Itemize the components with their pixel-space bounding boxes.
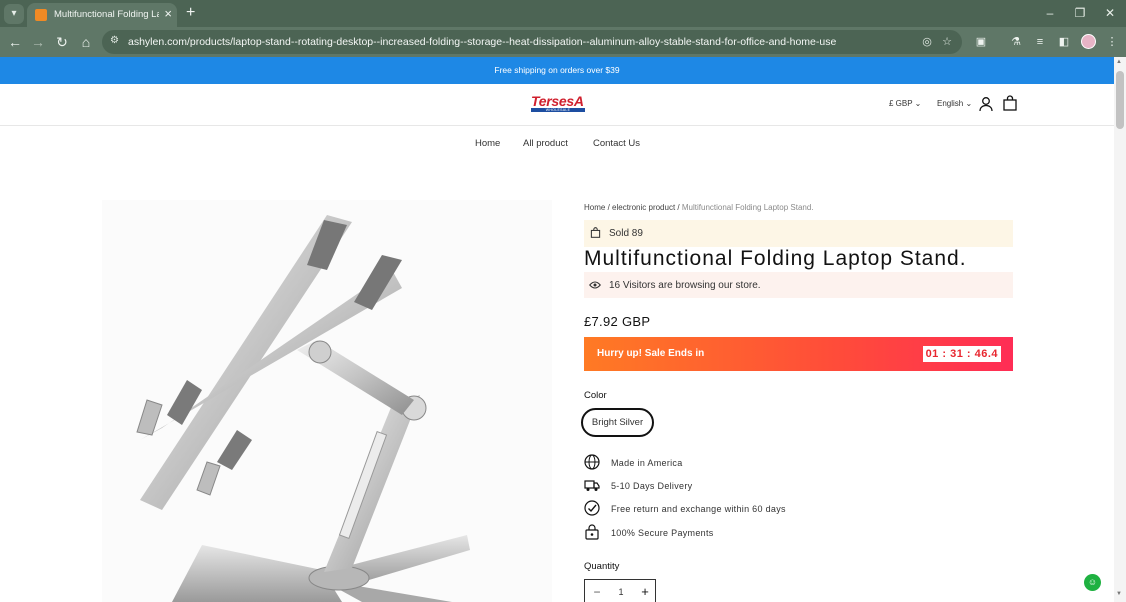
back-icon[interactable]: ← (6, 33, 24, 51)
sale-countdown-bar: Hurry up! Sale Ends in 01 : 31 : 46.4 (584, 337, 1013, 371)
page-scrollbar[interactable]: ▲ ▼ (1114, 57, 1126, 602)
scroll-down-icon[interactable]: ▼ (1116, 591, 1122, 597)
more-icon[interactable]: ⋮ (1104, 34, 1120, 50)
url-text[interactable]: ashylen.com/products/laptop-stand--rotat… (128, 36, 836, 48)
sidebar-icon[interactable]: ◧ (1056, 34, 1072, 50)
forward-icon[interactable]: → (29, 33, 47, 51)
menu-item-contact[interactable]: Contact Us (593, 138, 640, 149)
visitors-banner: 16 Visitors are browsing our store. (584, 272, 1013, 298)
language-value: English (937, 99, 964, 108)
site-logo[interactable]: TersesA WHOLESALE (531, 93, 585, 113)
visitors-text: 16 Visitors are browsing our store. (609, 280, 761, 291)
globe-icon (584, 454, 600, 470)
tab-title: Multifunctional Folding Laptop Stand. (54, 9, 159, 20)
feature-secure: 100% Secure Payments (611, 528, 714, 538)
countdown-timer: 01 : 31 : 46.4 (922, 346, 1001, 362)
language-selector[interactable]: English ⌄ (937, 99, 972, 108)
profile-avatar[interactable] (1081, 34, 1096, 49)
lock-icon (585, 524, 599, 540)
site-header: TersesA WHOLESALE £ GBP ⌄ English ⌄ (0, 84, 1114, 126)
color-option-bright-silver[interactable]: Bright Silver (581, 408, 654, 437)
media-icon[interactable]: ≡ (1032, 34, 1048, 50)
chevron-down-icon: ⌄ (965, 99, 973, 108)
logo-text: TersesA (531, 93, 584, 109)
extensions-icon[interactable]: ▣ (973, 34, 989, 50)
chevron-down-icon: ⌄ (914, 99, 922, 108)
eye-icon (589, 281, 601, 289)
currency-selector[interactable]: £ GBP ⌄ (889, 99, 921, 108)
color-label: Color (584, 390, 607, 401)
breadcrumb-current: Multifunctional Folding Laptop Stand. (681, 203, 814, 212)
new-tab-icon[interactable]: + (186, 4, 195, 22)
quantity-increase-button[interactable]: + (639, 585, 651, 599)
scrollbar-thumb[interactable] (1116, 71, 1124, 129)
bag-icon (590, 227, 601, 238)
product-image[interactable] (102, 200, 552, 602)
close-tab-icon[interactable]: × (164, 6, 172, 22)
product-title: Multifunctional Folding Laptop Stand. (584, 247, 967, 270)
feature-return: Free return and exchange within 60 days (611, 504, 786, 514)
breadcrumb: Home / electronic product / Multifunctio… (584, 203, 814, 212)
cart-icon[interactable] (1002, 95, 1018, 111)
address-bar[interactable]: ⚙ ashylen.com/products/laptop-stand--rot… (102, 30, 962, 54)
menu-item-all-product[interactable]: All product (523, 138, 568, 149)
sold-count: Sold 89 (609, 228, 643, 239)
quantity-decrease-button[interactable]: − (591, 585, 603, 599)
sold-banner: Sold 89 (584, 220, 1013, 247)
check-circle-icon (584, 500, 600, 516)
feature-made-in: Made in America (611, 458, 683, 468)
account-icon[interactable] (978, 96, 994, 112)
breadcrumb-category[interactable]: electronic product (612, 203, 675, 212)
feature-delivery: 5-10 Days Delivery (611, 481, 693, 491)
home-icon[interactable]: ⌂ (77, 33, 95, 51)
truck-icon (584, 480, 600, 491)
sale-text: Hurry up! Sale Ends in (597, 348, 705, 359)
laptop-stand-illustration (136, 215, 470, 602)
chat-widget-icon[interactable]: ☺ (1084, 574, 1101, 591)
browser-tab-bar: ▾ Multifunctional Folding Laptop Stand. … (0, 0, 1126, 27)
site-favicon-icon (35, 9, 47, 21)
star-icon[interactable]: ☆ (940, 35, 954, 49)
quantity-stepper: − 1 + (584, 579, 656, 602)
tab-search-icon[interactable]: ▾ (4, 4, 24, 24)
menu-item-home[interactable]: Home (475, 138, 500, 149)
restore-icon[interactable]: ❐ (1065, 4, 1095, 22)
reload-icon[interactable]: ↻ (53, 33, 71, 51)
browser-tab[interactable]: Multifunctional Folding Laptop Stand. × (27, 3, 177, 27)
site-info-icon[interactable]: ⚙ (110, 35, 122, 47)
labs-icon[interactable]: ⚗ (1008, 34, 1024, 50)
quantity-input[interactable]: 1 (615, 587, 627, 597)
product-price: £7.92 GBP (584, 314, 651, 329)
quantity-label: Quantity (584, 561, 620, 572)
announcement-bar: Free shipping on orders over $39 (0, 57, 1114, 84)
close-window-icon[interactable]: ✕ (1095, 4, 1125, 22)
breadcrumb-home[interactable]: Home (584, 203, 605, 212)
minimize-icon[interactable]: – (1035, 4, 1065, 22)
eye-off-icon[interactable]: ◎ (920, 35, 934, 49)
scroll-up-icon[interactable]: ▲ (1116, 59, 1122, 65)
currency-value: £ GBP (889, 99, 913, 108)
browser-toolbar: ← → ↻ ⌂ ⚙ ashylen.com/products/laptop-st… (0, 27, 1126, 57)
